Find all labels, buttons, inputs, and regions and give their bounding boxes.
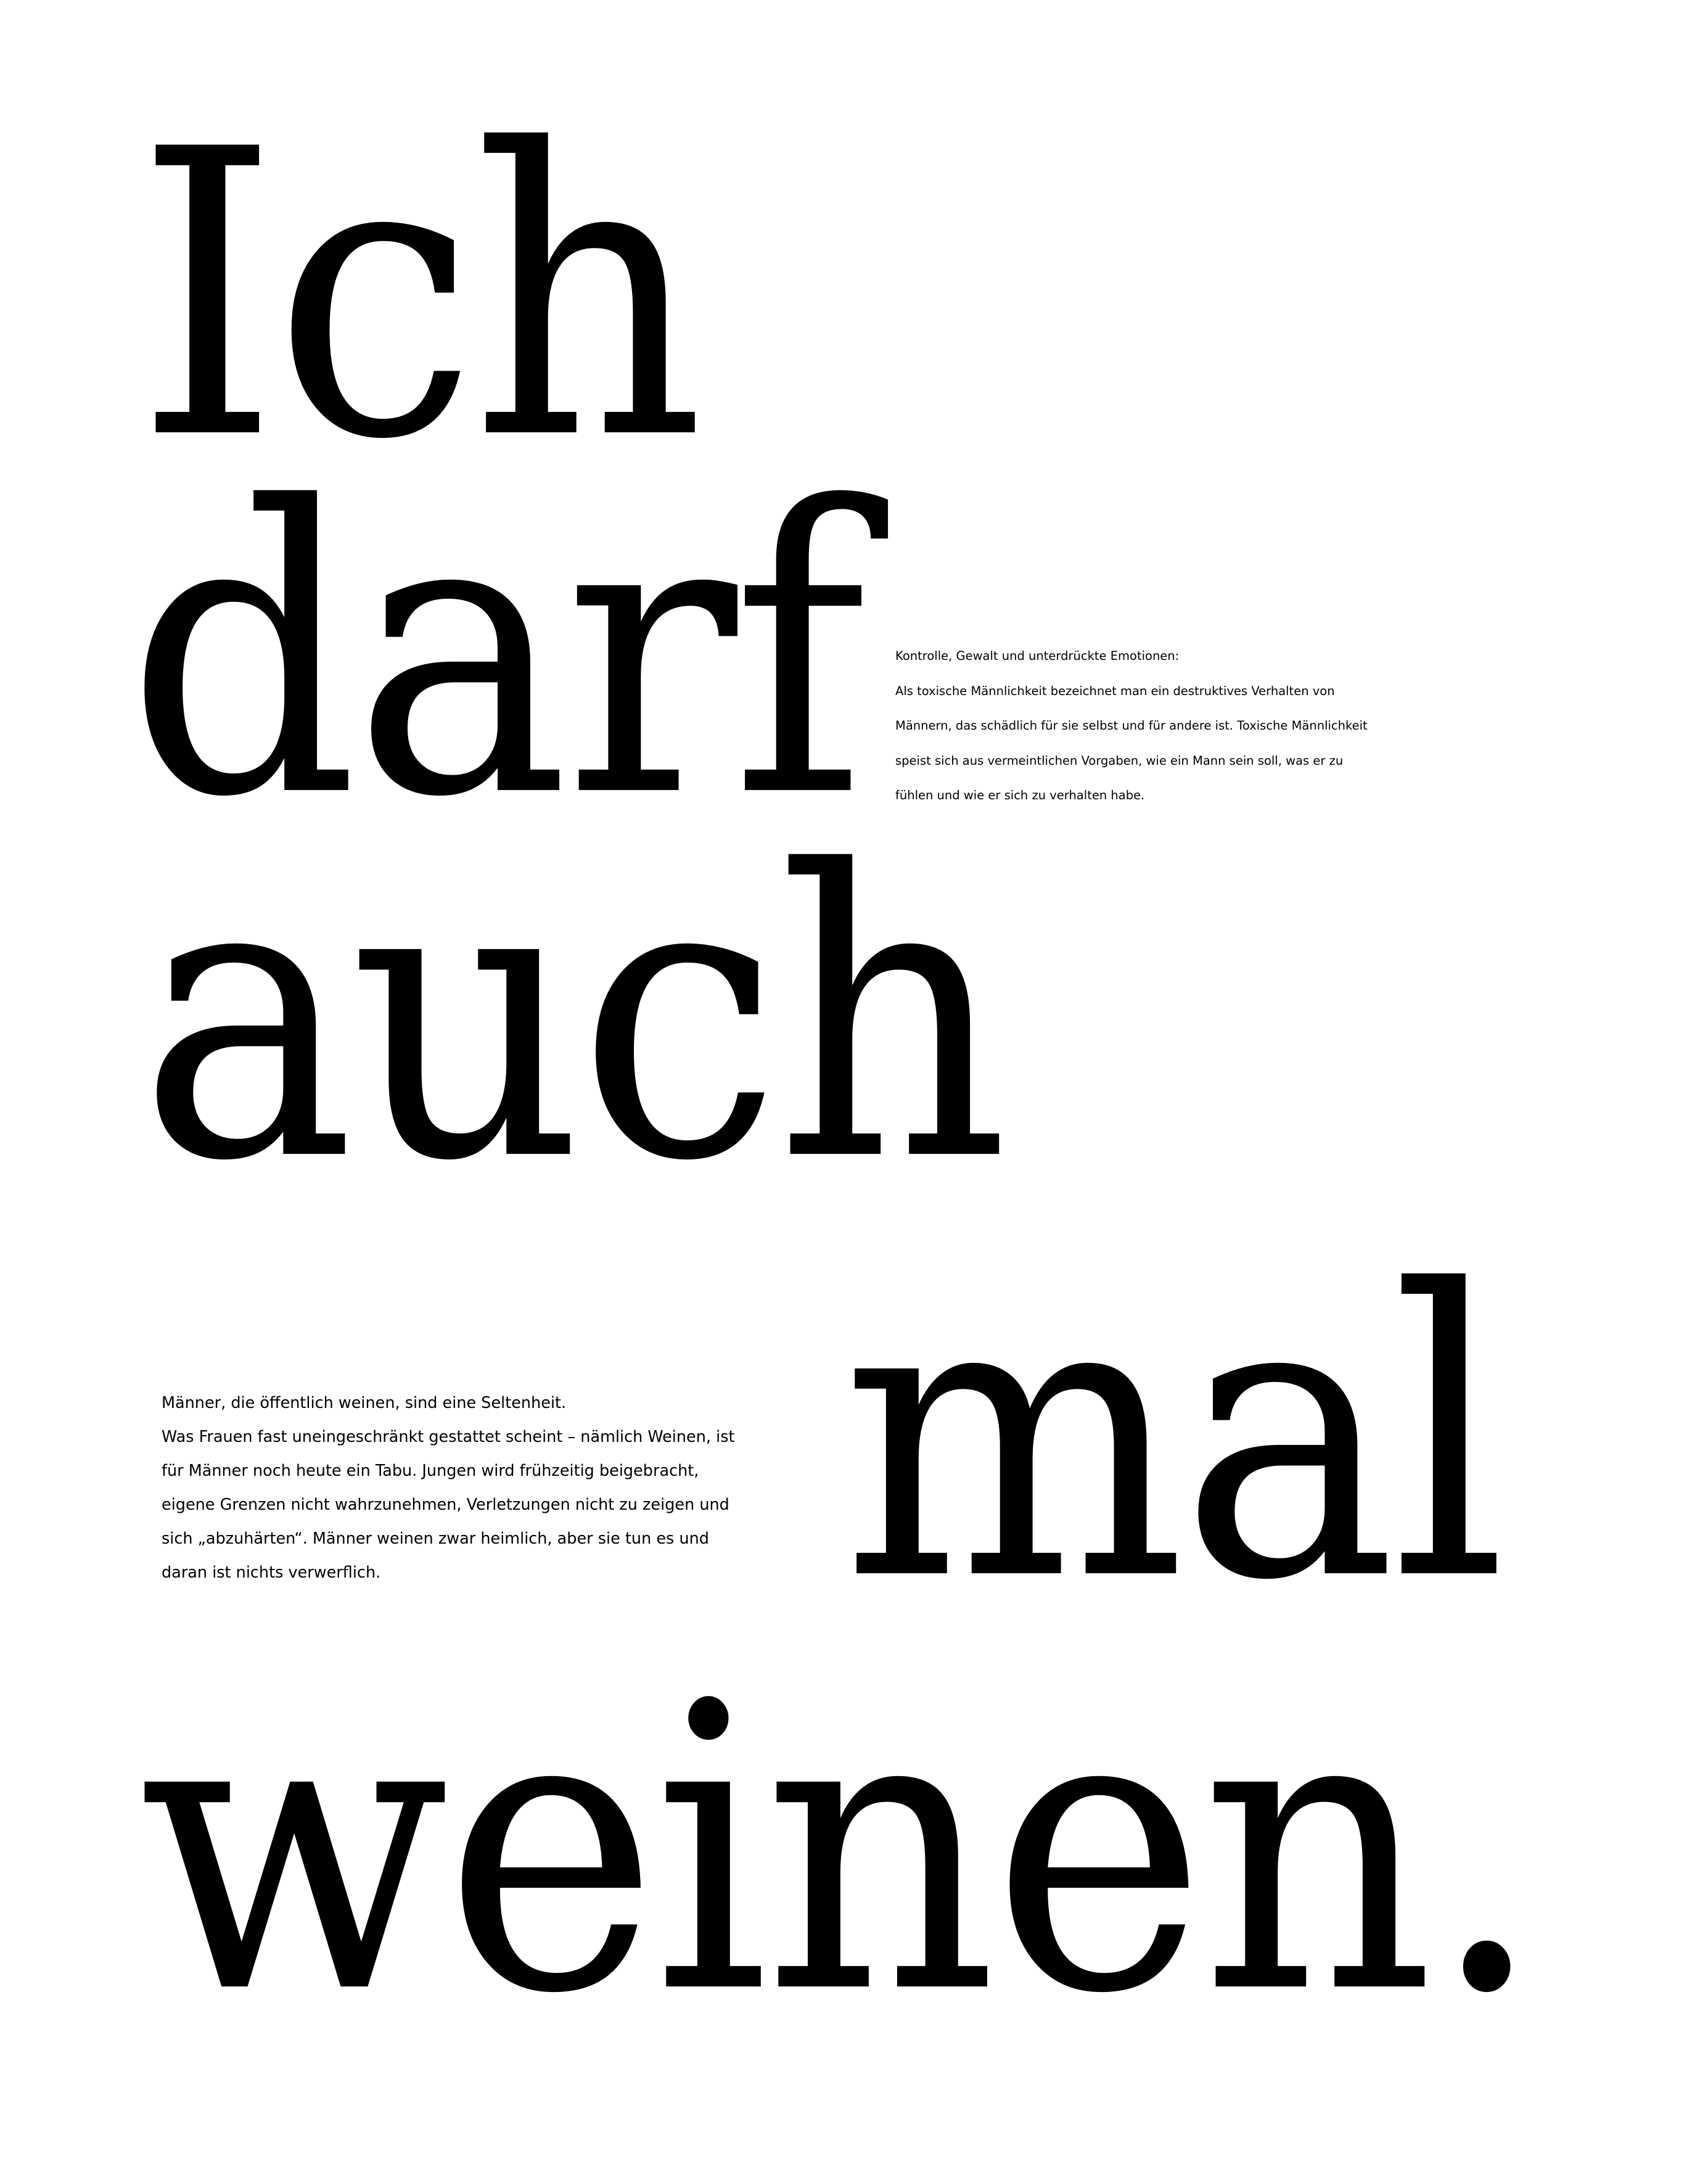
side-note-line: Als toxische Männlichkeit bezeichnet man… xyxy=(895,683,1335,698)
side-note-line: speist sich aus vermeintlichen Vorgaben,… xyxy=(895,753,1344,768)
side-note-paragraph: Kontrolle, Gewalt und unterdrückte Emoti… xyxy=(895,639,1463,813)
lead-note-line: daran ist nichts verwerflich. xyxy=(162,1563,381,1582)
headline-word-text: mal xyxy=(842,1207,1507,1666)
lead-note-line: eigene Grenzen nicht wahrzunehmen, Verle… xyxy=(162,1496,729,1514)
lead-note-line: Was Frauen fast uneingeschränkt gestatte… xyxy=(162,1428,735,1446)
side-note-line: fühlen und wie er sich zu verhalten habe… xyxy=(895,788,1145,802)
headline-word-auch: auch xyxy=(139,788,1009,1247)
headline-word-text: weinen. xyxy=(139,1620,1545,2080)
lead-note-paragraph: Männer, die öffentlich weinen, sind eine… xyxy=(162,1386,778,1590)
side-note-heading: Kontrolle, Gewalt und unterdrückte Emoti… xyxy=(895,649,1180,663)
headline-word-mal: mal xyxy=(842,1207,1507,1666)
lead-note-heading: Männer, die öffentlich weinen, sind eine… xyxy=(162,1394,567,1412)
lead-note-line: sich „abzuhärten“. Männer weinen zwar he… xyxy=(162,1529,709,1548)
headline-word-text: auch xyxy=(139,788,1009,1247)
lead-note-line: für Männer noch heute ein Tabu. Jungen w… xyxy=(162,1462,699,1480)
headline-word-weinen: weinen. xyxy=(139,1620,1545,2080)
side-note-line: Männern, das schädlich für sie selbst un… xyxy=(895,718,1368,733)
